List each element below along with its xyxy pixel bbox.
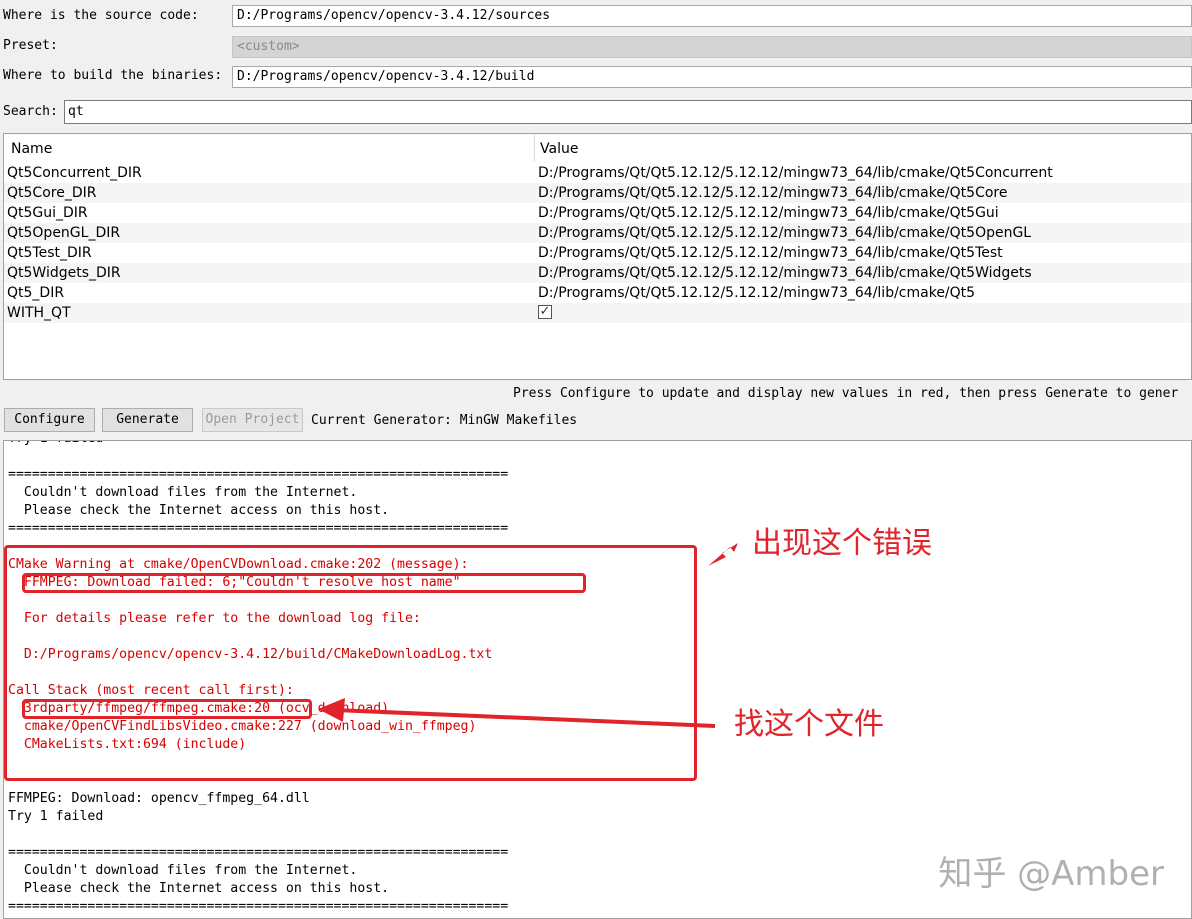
watermark: 知乎 @Amber [938, 854, 1164, 894]
annotation-arrows [318, 543, 738, 728]
error-arrow [708, 543, 738, 566]
file-arrow-head [318, 698, 345, 722]
file-annotation: 找这个文件 [734, 707, 884, 742]
file-arrow-shaft [334, 708, 716, 728]
error-annotation: 出现这个错误 [752, 526, 932, 561]
